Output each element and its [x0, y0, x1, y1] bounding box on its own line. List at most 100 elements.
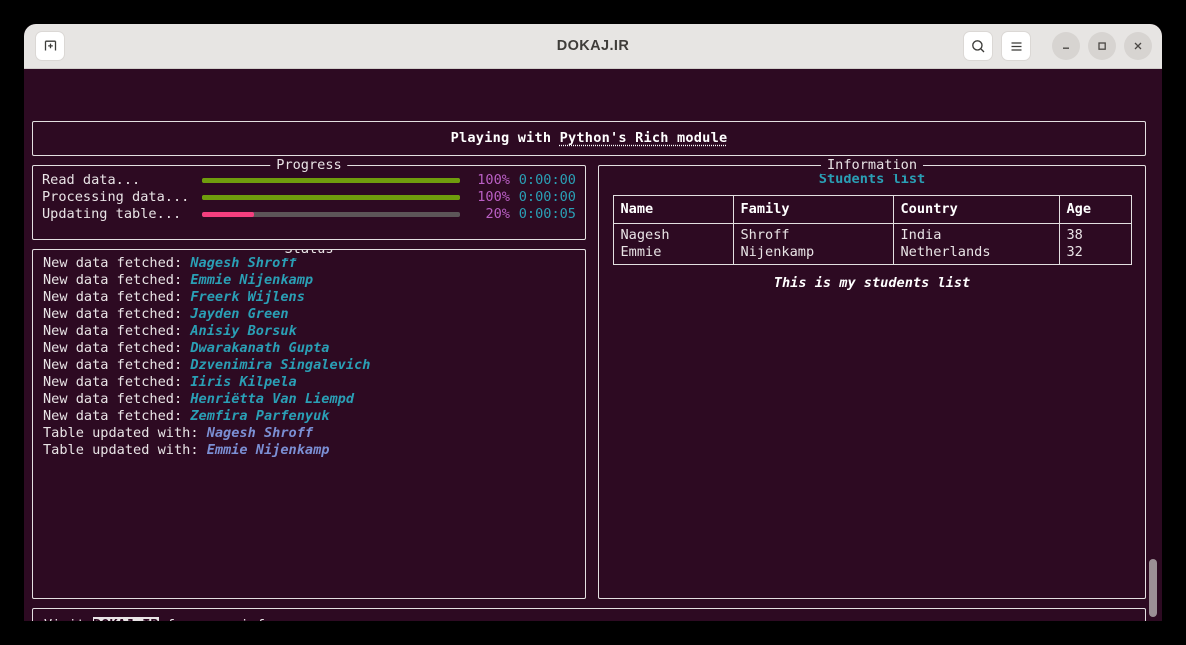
status-line-name: Emmie Nijenkamp — [190, 272, 314, 288]
status-line: New data fetched: Freerk Wijlens — [43, 289, 575, 306]
status-line-name: Henriëtta Van Liempd — [190, 391, 355, 407]
progress-row: Updating table... 20% 0:00:05 — [42, 206, 576, 223]
status-line-prefix: New data fetched: — [43, 340, 191, 356]
header-panel: Playing with Python's Rich module — [32, 121, 1146, 156]
table-column-header: Age — [1058, 195, 1132, 224]
footer-before: Visit — [44, 617, 93, 621]
search-icon — [970, 38, 987, 55]
titlebar-controls — [963, 31, 1152, 61]
table-cell-value: Netherlands — [900, 244, 991, 260]
status-line-prefix: New data fetched: — [43, 408, 191, 424]
header-prefix: Playing with — [450, 130, 560, 146]
scrollbar-thumb[interactable] — [1149, 559, 1157, 617]
progress-bar-track — [202, 212, 460, 217]
status-line: New data fetched: Henriëtta Van Liempd — [43, 391, 575, 408]
new-tab-button[interactable] — [35, 31, 65, 61]
progress-panel-title: Progress — [270, 157, 348, 174]
status-line: New data fetched: Iiris Kilpela — [43, 374, 575, 391]
close-button[interactable] — [1124, 32, 1152, 60]
scrollbar[interactable] — [1147, 69, 1159, 621]
information-panel: Information Students list Name Family Coun… — [598, 157, 1146, 599]
progress-bar-fill — [202, 195, 460, 200]
status-line-name: Emmie Nijenkamp — [206, 442, 330, 458]
table-cell-value: Shroff — [740, 227, 790, 243]
progress-elapsed-time: 0:00:05 — [518, 206, 576, 222]
terminal-content: Playing with Python's Rich module Progre… — [24, 69, 1162, 621]
table-cell-value: India — [900, 227, 942, 243]
footer-link[interactable]: DOKAJ.IR — [93, 617, 159, 621]
status-line-prefix: New data fetched: — [43, 255, 191, 271]
status-line-prefix: New data fetched: — [43, 306, 191, 322]
status-line-prefix: New data fetched: — [43, 272, 191, 288]
window-titlebar: DOKAJ.IR — [24, 24, 1162, 69]
progress-bar-track — [202, 195, 460, 200]
status-line: New data fetched: Emmie Nijenkamp — [43, 272, 575, 289]
status-line-prefix: New data fetched: — [43, 357, 191, 373]
students-table: Name Family Country Age Nagesh Emmie Shroff Ni… — [612, 195, 1132, 265]
close-icon — [1131, 39, 1145, 53]
table-row: Nagesh Emmie Shroff Nijenkamp India Netherlan… — [612, 223, 1132, 265]
search-button[interactable] — [963, 31, 993, 61]
footer-text: Visit DOKAJ.IR for more info. — [44, 617, 281, 621]
status-line-prefix: New data fetched: — [43, 323, 191, 339]
table-cell: Nagesh Emmie — [612, 223, 734, 265]
progress-elapsed-time: 0:00:00 — [518, 172, 576, 188]
progress-percent: 100% — [477, 189, 510, 205]
students-table-body: Nagesh Emmie Shroff Nijenkamp India Netherlan… — [612, 223, 1132, 265]
status-line-name: Nagesh Shroff — [206, 425, 314, 441]
progress-rows: Read data... 100% 0:00:00 Processing data..… — [42, 172, 576, 223]
progress-label: Processing data... — [42, 189, 190, 205]
maximize-button[interactable] — [1088, 32, 1116, 60]
progress-label: Updating table... — [42, 206, 182, 222]
maximize-icon — [1095, 39, 1109, 53]
terminal-window: DOKAJ.IR Playing with Python's Rich modu… — [24, 24, 1162, 621]
status-panel-title: Status — [278, 250, 340, 258]
status-line-prefix: Table updated with: — [43, 425, 207, 441]
footer-panel: Visit DOKAJ.IR for more info. — [32, 608, 1146, 621]
table-cell-value: 32 — [1066, 244, 1083, 260]
table-cell-value: 38 — [1066, 227, 1083, 243]
students-table-head: Name Family Country Age — [612, 195, 1132, 224]
information-panel-title: Information — [820, 157, 924, 174]
header-underlined: Python's Rich module — [559, 130, 728, 146]
status-line-name: Iiris Kilpela — [190, 374, 297, 390]
table-header-row: Name Family Country Age — [612, 195, 1132, 224]
status-line: New data fetched: Dzvenimira Singalevich — [43, 357, 575, 374]
progress-bar-fill — [202, 212, 254, 217]
minimize-icon — [1059, 39, 1073, 53]
status-line-name: Dwarakanath Gupta — [190, 340, 330, 356]
status-line: New data fetched: Zemfira Parfenyuk — [43, 408, 575, 425]
table-cell: India Netherlands — [892, 223, 1060, 265]
status-line: Table updated with: Nagesh Shroff — [43, 425, 575, 442]
minimize-button[interactable] — [1052, 32, 1080, 60]
students-table-caption: This is my students list — [773, 275, 971, 291]
status-line: New data fetched: Anisiy Borsuk — [43, 323, 575, 340]
status-line: New data fetched: Jayden Green — [43, 306, 575, 323]
progress-percent: 100% — [477, 172, 510, 188]
table-cell-value: Nijenkamp — [740, 244, 815, 260]
status-line: Table updated with: Emmie Nijenkamp — [43, 442, 575, 459]
progress-bar-track — [202, 178, 460, 183]
progress-percent: 20% — [485, 206, 510, 222]
progress-row: Processing data... 100% 0:00:00 — [42, 189, 576, 206]
table-column-header: Name — [612, 195, 734, 224]
progress-label: Read data... — [42, 172, 141, 188]
status-line-name: Dzvenimira Singalevich — [190, 357, 371, 373]
status-line: New data fetched: Dwarakanath Gupta — [43, 340, 575, 357]
progress-elapsed-time: 0:00:00 — [518, 189, 576, 205]
menu-button[interactable] — [1001, 31, 1031, 61]
status-line-name: Freerk Wijlens — [190, 289, 305, 305]
status-panel: Status New data fetched: Nagesh Shroff Ne… — [32, 249, 586, 599]
status-line-prefix: New data fetched: — [43, 289, 191, 305]
table-cell-value: Emmie — [620, 244, 662, 260]
table-cell: 38 32 — [1058, 223, 1132, 265]
table-cell-value: Nagesh — [620, 227, 670, 243]
table-cell: Shroff Nijenkamp — [732, 223, 894, 265]
progress-panel: Progress Read data... 100% 0:00:00 Processi… — [32, 157, 586, 240]
hamburger-menu-icon — [1008, 38, 1025, 55]
status-log: New data fetched: Nagesh Shroff New data … — [43, 255, 575, 459]
status-line-name: Anisiy Borsuk — [190, 323, 297, 339]
status-line-prefix: New data fetched: — [43, 374, 191, 390]
status-line-prefix: Table updated with: — [43, 442, 207, 458]
header-title: Playing with Python's Rich module — [451, 130, 728, 147]
